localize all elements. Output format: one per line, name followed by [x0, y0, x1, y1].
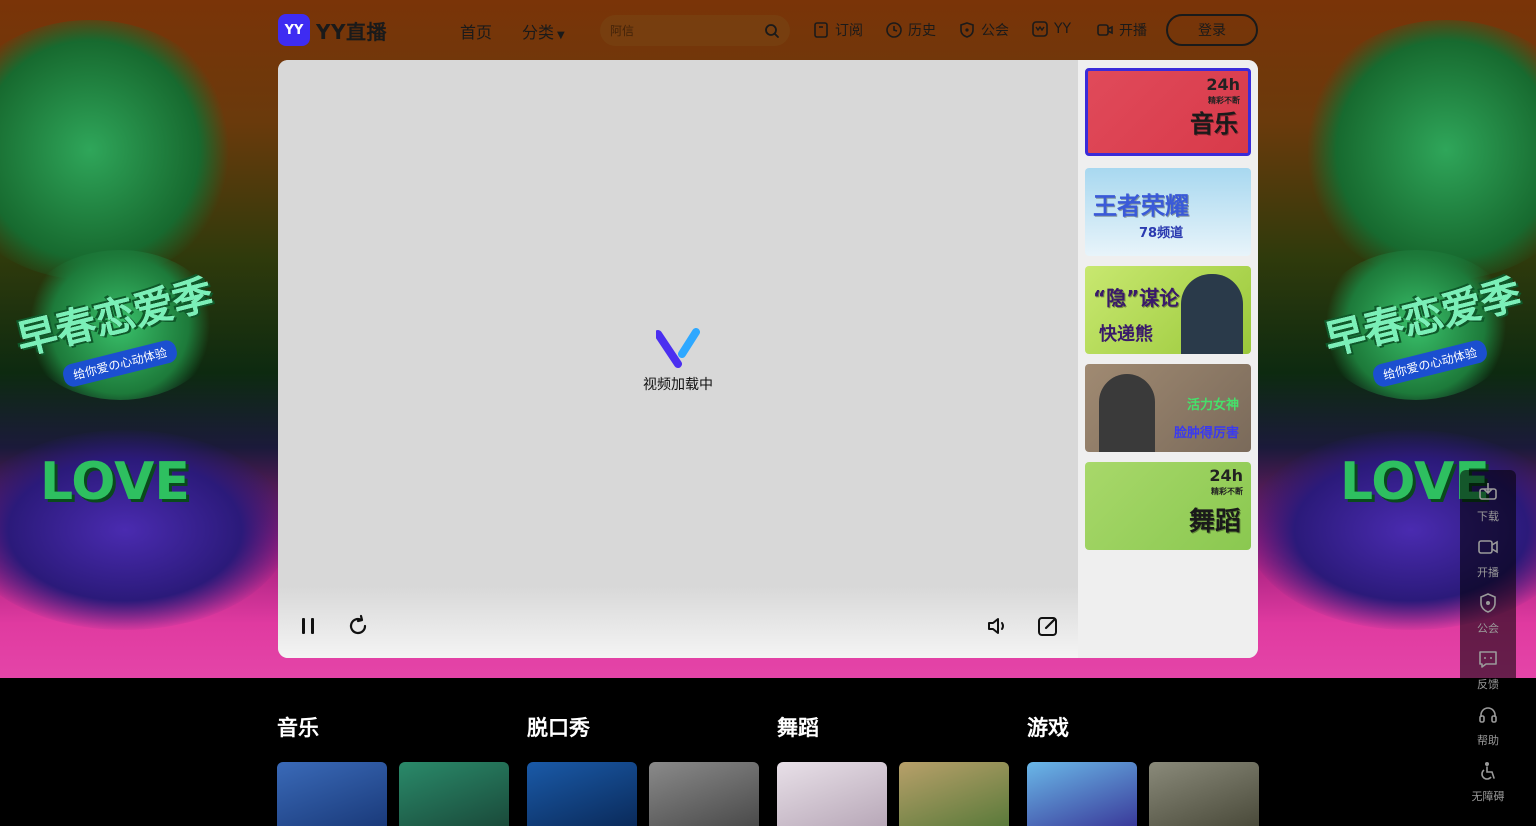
channel-thumb-kings[interactable]: 王者荣耀 78频道 [1085, 168, 1251, 256]
download-icon [1479, 483, 1497, 500]
channel-kings-sub: 78频道 [1139, 226, 1184, 241]
channel-thumb-music[interactable]: 音乐 24h 精彩不断 [1085, 68, 1251, 156]
nav-history[interactable]: 历史 [885, 20, 936, 40]
loading-indicator: 视频加载中 [643, 328, 713, 394]
stream-card[interactable] [1149, 762, 1259, 826]
tool-feedback[interactable]: 反馈 [1460, 648, 1516, 692]
yy-icon [1032, 21, 1048, 37]
volume-button[interactable] [984, 612, 1012, 640]
nav-guild-label: 公会 [981, 23, 1009, 39]
stream-card[interactable] [277, 762, 387, 826]
tool-guild[interactable]: 公会 [1460, 592, 1516, 636]
tool-broadcast-label: 开播 [1477, 566, 1499, 579]
channel-thumb-goddess[interactable]: 活力女神 脸肿得厉害 [1085, 364, 1251, 452]
channel-goddess-label: 活力女神 [1186, 398, 1239, 413]
nav-yy-label: YY [1054, 21, 1072, 37]
tool-feedback-label: 反馈 [1477, 678, 1499, 691]
camera-icon [1097, 24, 1113, 36]
shield-icon [1480, 593, 1496, 613]
tool-help-label: 帮助 [1477, 734, 1499, 747]
stream-card[interactable] [649, 762, 759, 826]
accessibility-icon [1481, 762, 1495, 780]
refresh-button[interactable] [344, 612, 372, 640]
search-box [600, 15, 790, 46]
site-logo[interactable]: YY YY直播 [278, 14, 387, 46]
shield-icon [960, 22, 974, 38]
tool-help[interactable]: 帮助 [1460, 704, 1516, 748]
headset-icon [1479, 707, 1497, 723]
volume-icon [988, 618, 1004, 634]
chevron-down-icon: ▼ [557, 30, 565, 41]
clock-icon [886, 22, 902, 38]
loading-text: 视频加载中 [643, 377, 713, 393]
avatar [1099, 374, 1155, 452]
camera-icon [1478, 540, 1498, 554]
edit-icon [1038, 617, 1057, 636]
nav-home[interactable]: 首页 [460, 19, 492, 43]
logo-mark: YY [278, 14, 310, 46]
tool-accessibility[interactable]: 无障碍 [1460, 760, 1516, 804]
nav-category[interactable]: 分类 ▼ [522, 19, 565, 43]
nav-subscribe[interactable]: 订阅 [812, 20, 863, 40]
channel-list: 音乐 24h 精彩不断 王者荣耀 78频道 “隐”谋论 快递熊 活力女神 脸肿得… [1078, 60, 1258, 658]
channel-kings-label: 王者荣耀 [1093, 192, 1189, 220]
nav-broadcast[interactable]: 开播 [1096, 20, 1147, 40]
nav-subscribe-label: 订阅 [835, 23, 863, 39]
channel-rumor-label: “隐”谋论 [1093, 286, 1180, 310]
side-tool-panel: 下载 开播 公会 反馈 帮助 无障碍 [1460, 470, 1516, 804]
feedback-icon [1479, 651, 1497, 668]
nav-guild[interactable]: 公会 [958, 20, 1009, 40]
search-icon[interactable] [764, 23, 780, 39]
pause-button[interactable] [294, 612, 322, 640]
category-title-game[interactable]: 游戏 [1027, 712, 1069, 742]
channel-music-badge-sub: 精彩不断 [1208, 96, 1240, 105]
nav-yy[interactable]: YY [1031, 20, 1071, 38]
search-input[interactable] [610, 23, 764, 38]
video-area[interactable]: 视频加载中 [278, 60, 1078, 658]
stream-card[interactable] [527, 762, 637, 826]
channel-rumor-sub: 快递熊 [1099, 324, 1153, 345]
login-button[interactable]: 登录 [1166, 14, 1258, 46]
category-title-talkshow[interactable]: 脱口秀 [527, 712, 590, 742]
edit-button[interactable] [1034, 612, 1062, 640]
stream-card[interactable] [1027, 762, 1137, 826]
channel-goddess-sub: 脸肿得厉害 [1173, 426, 1239, 441]
tool-broadcast[interactable]: 开播 [1460, 536, 1516, 580]
channel-dance-badge-sub: 精彩不断 [1211, 487, 1243, 496]
channel-music-badge: 24h [1206, 75, 1240, 94]
tool-guild-label: 公会 [1477, 622, 1499, 635]
logo-text: YY直播 [316, 19, 387, 44]
category-title-music[interactable]: 音乐 [277, 712, 319, 742]
stream-card[interactable] [777, 762, 887, 826]
tool-accessibility-label: 无障碍 [1471, 790, 1505, 803]
top-header: YY YY直播 首页 分类▼ 订阅 历史 公会 YY 开播 登录 [0, 0, 1536, 60]
category-title-dance[interactable]: 舞蹈 [777, 712, 819, 742]
avatar [1181, 274, 1243, 354]
tool-download-label: 下载 [1477, 510, 1499, 523]
refresh-icon [349, 614, 367, 635]
nav-history-label: 历史 [908, 23, 936, 39]
nav-broadcast-label: 开播 [1119, 23, 1147, 39]
love-text-left: LOVE [40, 452, 190, 512]
stream-card[interactable] [899, 762, 1009, 826]
tool-download[interactable]: 下载 [1460, 480, 1516, 524]
bookmark-icon [814, 22, 828, 38]
channel-dance-badge: 24h [1209, 466, 1243, 485]
channel-music-label: 音乐 [1190, 110, 1238, 138]
stream-card[interactable] [399, 762, 509, 826]
channel-thumb-dance[interactable]: 舞蹈 24h 精彩不断 [1085, 462, 1251, 550]
yy-loading-icon [656, 328, 700, 368]
live-player: 视频加载中 音乐 24h 精彩不断 王者荣耀 78频道 “隐”谋论 快递熊 活力… [278, 60, 1258, 658]
channel-thumb-rumor[interactable]: “隐”谋论 快递熊 [1085, 266, 1251, 354]
pause-icon [302, 618, 314, 634]
channel-dance-label: 舞蹈 [1188, 507, 1241, 537]
nav-category-label: 分类 [522, 23, 555, 42]
